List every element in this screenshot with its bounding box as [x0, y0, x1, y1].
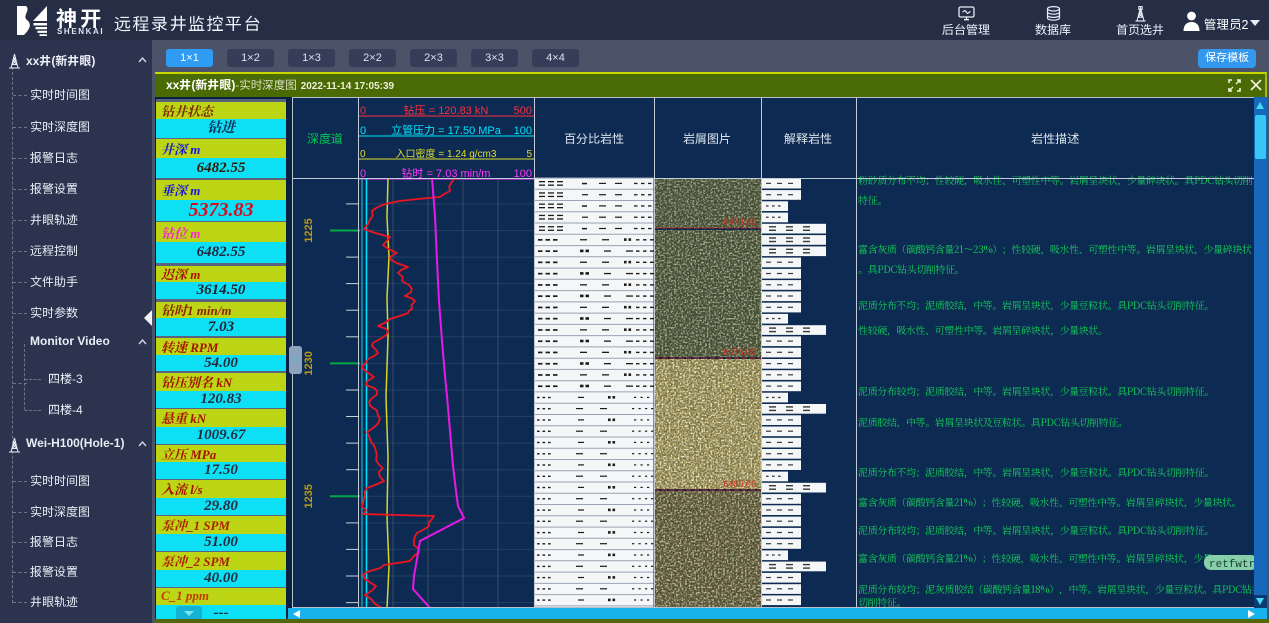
svg-text:岩屑图片: 岩屑图片 — [683, 130, 731, 147]
svg-text:1230: 1230 — [303, 351, 315, 375]
svg-text:粉砂质分布不均；性较硬，吸水性、可塑性中等。岩屑呈块状，少量: 粉砂质分布不均；性较硬，吸水性、可塑性中等。岩屑呈块状，少量碎块状。具PDC钻头… — [858, 172, 1253, 187]
svg-text:立管压力 = 17.50 MPa: 立管压力 = 17.50 MPa — [391, 124, 502, 137]
svg-text:500: 500 — [514, 105, 532, 117]
svg-text:泥质分布不均；泥质胶结，中等。岩屑呈块状，少量豆粒状。具PD: 泥质分布不均；泥质胶结，中等。岩屑呈块状，少量豆粒状。具PDC钻头切削特征。 — [858, 464, 1214, 479]
svg-text:性较硬，吸水性、可塑性中等。岩屑呈碎块状，少量块状。: 性较硬，吸水性、可塑性中等。岩屑呈碎块状，少量块状。 — [858, 322, 1108, 337]
svg-text:0: 0 — [360, 105, 366, 117]
svg-text:富含灰质（碳酸钙含量21～23%）；性较硬，吸水性、可塑性中: 富含灰质（碳酸钙含量21～23%）；性较硬，吸水性、可塑性中等。岩屑呈块状，少量… — [858, 241, 1252, 256]
svg-text:泥质胶结，中等。岩屑呈块状及豆粒状。具PDC钻头切削特征。: 泥质胶结，中等。岩屑呈块状及豆粒状。具PDC钻头切削特征。 — [858, 414, 1127, 429]
svg-text:泥质分布较均；泥灰质胶结（碳酸钙含量18%），中等。岩屑呈块: 泥质分布较均；泥灰质胶结（碳酸钙含量18%），中等。岩屑呈块状，少量豆粒状。具P… — [858, 581, 1255, 596]
svg-text:6470.00: 6470.00 — [723, 217, 756, 227]
svg-text:岩性描述: 岩性描述 — [1031, 130, 1079, 147]
svg-text:特征。: 特征。 — [858, 192, 887, 207]
svg-text:0: 0 — [360, 149, 366, 160]
svg-text:富含灰质（碳酸钙含量21%）；性较硬，吸水性、可塑性中等。岩: 富含灰质（碳酸钙含量21%）；性较硬，吸水性、可塑性中等。岩屑呈碎块状，少量块状… — [858, 494, 1241, 509]
svg-text:解释岩性: 解释岩性 — [784, 130, 832, 147]
svg-text:retfwtrey: retfwtrey — [1209, 559, 1255, 571]
svg-text:富含灰质（碳酸钙含量21%）；性较硬，吸水性、可塑性中等。岩: 富含灰质（碳酸钙含量21%）；性较硬，吸水性、可塑性中等。岩屑呈碎块状，少量 — [858, 550, 1213, 565]
svg-text:钻压 = 120.83 kN: 钻压 = 120.83 kN — [404, 104, 489, 117]
svg-text:深度道: 深度道 — [307, 130, 343, 147]
svg-text:泥质分布较均；泥质胶结，中等。岩屑呈块状，少量豆粒状。具PD: 泥质分布较均；泥质胶结，中等。岩屑呈块状，少量豆粒状。具PDC钻头切削特征。 — [858, 522, 1214, 537]
svg-text:百分比岩性: 百分比岩性 — [564, 130, 624, 147]
svg-text:6480.00: 6480.00 — [723, 479, 756, 489]
svg-text:5: 5 — [526, 149, 532, 160]
svg-text:入口密度 = 1.24 g/cm3: 入口密度 = 1.24 g/cm3 — [396, 148, 497, 160]
svg-text:切削特征。: 切削特征。 — [858, 594, 906, 608]
svg-text:。具PDC钻头切削特征。: 。具PDC钻头切削特征。 — [858, 261, 964, 276]
svg-text:6475.00: 6475.00 — [723, 347, 756, 357]
svg-text:1235: 1235 — [303, 484, 315, 508]
svg-text:泥质分布较均；泥质胶结，中等。岩屑呈块状，少量豆粒状。具PD: 泥质分布较均；泥质胶结，中等。岩屑呈块状，少量豆粒状。具PDC钻头切削特征。 — [858, 383, 1214, 398]
svg-text:泥质分布不均；泥质胶结，中等。岩屑呈块状，少量豆粒状。具PD: 泥质分布不均；泥质胶结，中等。岩屑呈块状，少量豆粒状。具PDC钻头切削特征。 — [858, 297, 1214, 312]
svg-text:100: 100 — [514, 125, 532, 137]
svg-text:1225: 1225 — [303, 218, 315, 242]
svg-text:0: 0 — [360, 125, 366, 137]
